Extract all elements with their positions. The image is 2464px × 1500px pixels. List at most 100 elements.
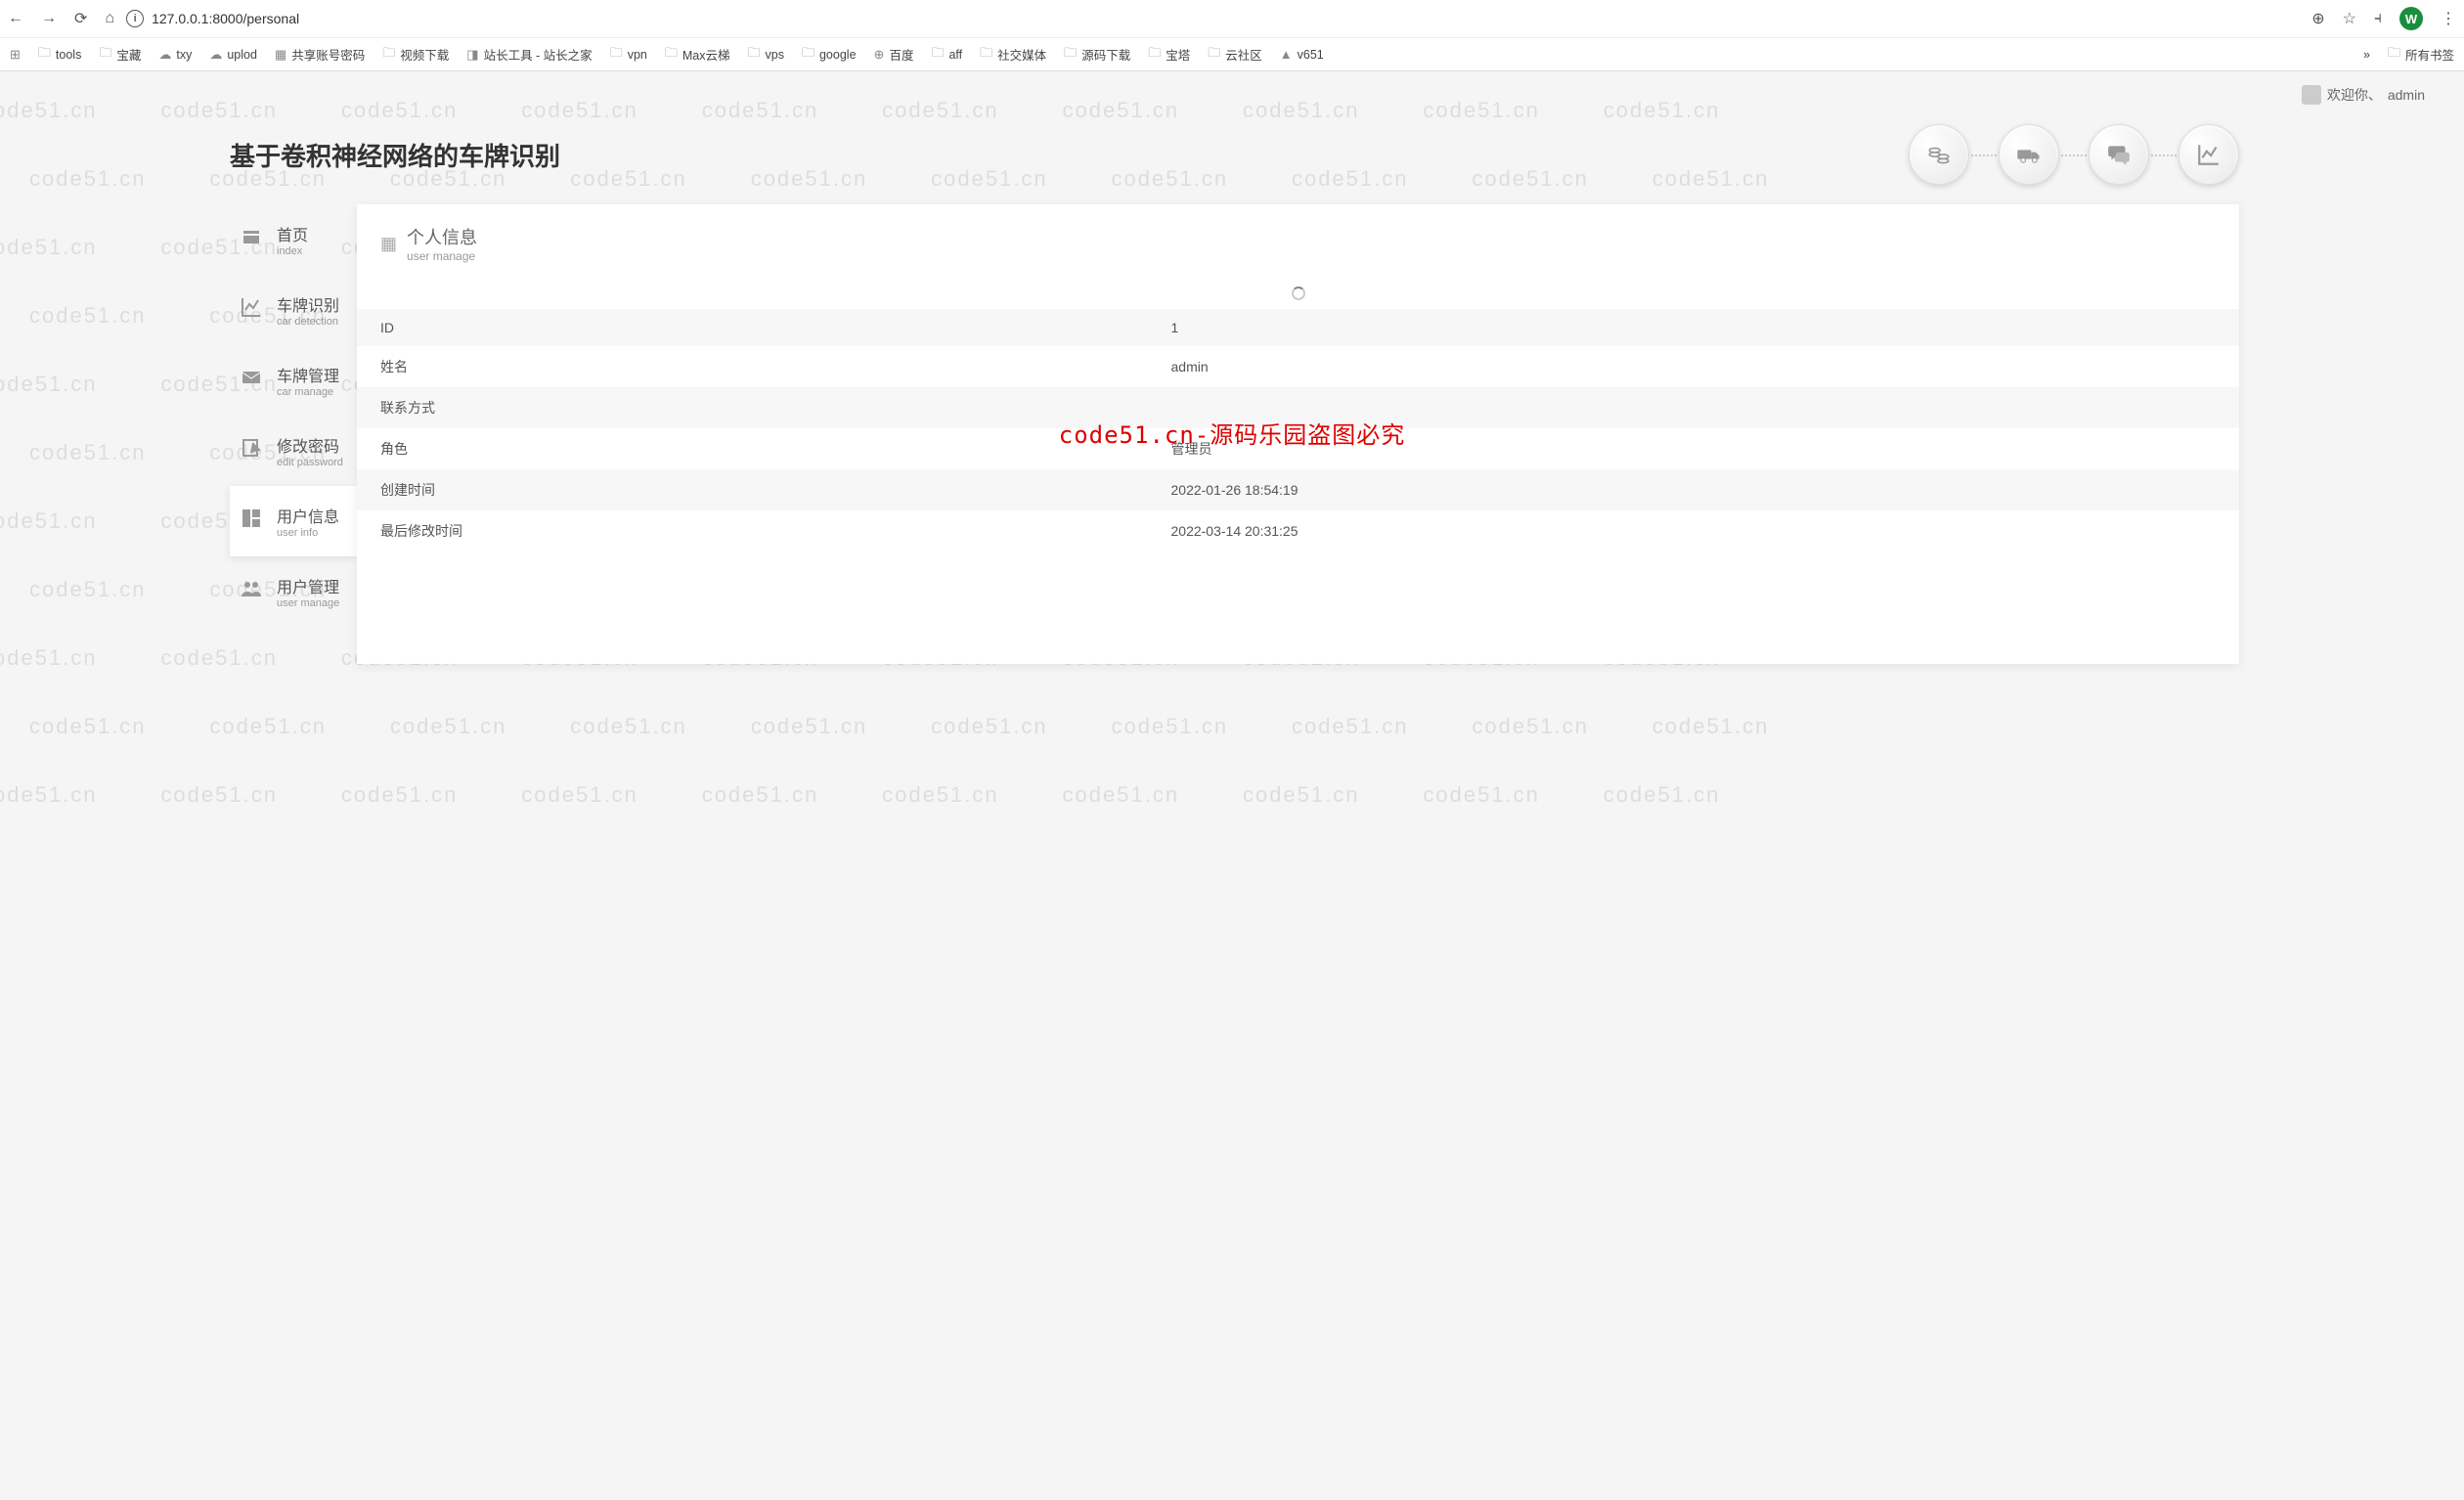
bookmark-item[interactable]: 🗀源码下载	[1064, 44, 1130, 66]
site-info-icon[interactable]: i	[126, 10, 144, 27]
bookmark-icon: ☁	[209, 47, 222, 63]
bookmark-item[interactable]: ⊕百度	[874, 45, 914, 64]
bookmark-item[interactable]: 🗀Max云梯	[665, 44, 730, 66]
table-row: 最后修改时间2022-03-14 20:31:25	[357, 510, 2239, 551]
sidebar-label-zh: 首页	[277, 222, 308, 245]
spinner-icon	[1292, 287, 1305, 300]
sidebar: 首页index 车牌识别car detection 车牌管理car manage 修改…	[230, 204, 357, 627]
bookmark-item[interactable]: 🗀宝塔	[1148, 44, 1190, 66]
wm: code51.cn code51.cn code51.cn code51.cn …	[0, 782, 1720, 808]
bookmark-icon: 🗀	[382, 44, 395, 66]
edit-icon	[238, 436, 265, 465]
sidebar-label-en: user info	[277, 527, 339, 539]
table-row: 创建时间2022-01-26 18:54:19	[357, 469, 2239, 510]
user-avatar-icon	[2302, 85, 2321, 105]
sidebar-label-en: user manage	[277, 597, 339, 609]
bookmark-label: 社交媒体	[997, 45, 1046, 64]
zoom-icon[interactable]: ⊕	[2311, 9, 2324, 28]
home-icon	[238, 225, 265, 254]
bookmark-item[interactable]: 🗀vps	[748, 44, 784, 66]
bookmark-icon: ▦	[275, 47, 286, 63]
bookmark-label: 宝塔	[1166, 45, 1190, 64]
bookmark-label: Max云梯	[682, 45, 730, 64]
bookmark-item[interactable]: ◨站长工具 - 站长之家	[466, 45, 592, 64]
all-bookmarks-button[interactable]: 🗀所有书签	[2388, 44, 2454, 66]
row-value: 管理员	[1148, 428, 2240, 469]
mail-icon	[238, 366, 265, 395]
sidebar-item-car-detection[interactable]: 车牌识别car detection	[230, 275, 357, 345]
sidebar-item-user-info[interactable]: 用户信息user info	[230, 486, 357, 556]
circle-chat-icon[interactable]	[2089, 124, 2149, 185]
bookmark-item[interactable]: ▲v651	[1280, 47, 1324, 62]
row-label: 姓名	[357, 346, 1148, 387]
bookmark-label: txy	[176, 48, 192, 62]
panel-grid-icon: ▦	[380, 234, 397, 254]
username-text[interactable]: admin	[2388, 87, 2425, 103]
row-label: ID	[357, 309, 1148, 346]
sidebar-item-text: 首页index	[277, 222, 308, 257]
sidebar-item-index[interactable]: 首页index	[230, 204, 357, 275]
bookmark-label: 源码下载	[1081, 45, 1130, 64]
bookmark-item[interactable]: 🗀vpn	[610, 44, 647, 66]
table-row: 角色管理员	[357, 428, 2239, 469]
sidebar-item-edit-password[interactable]: 修改密码edit password	[230, 416, 357, 486]
bookmark-icon: ☁	[158, 47, 171, 63]
user-welcome: 欢迎你、 admin	[0, 71, 2464, 105]
grid-icon	[238, 507, 265, 536]
bookmark-item[interactable]: 🗀aff	[931, 44, 962, 66]
bookmark-item[interactable]: ⊞	[10, 47, 21, 63]
sidebar-item-user-manage[interactable]: 用户管理user manage	[230, 556, 357, 627]
forward-button[interactable]: →	[41, 10, 57, 27]
sidebar-item-text: 修改密码edit password	[277, 433, 343, 468]
bookmark-item[interactable]: ☁ uplod	[209, 47, 257, 63]
star-icon[interactable]: ☆	[2343, 9, 2356, 28]
table-row: 姓名admin	[357, 346, 2239, 387]
bookmark-label: uplod	[227, 48, 257, 62]
circle-truck-icon[interactable]	[1999, 124, 2059, 185]
bookmarks-overflow[interactable]: »	[2363, 48, 2370, 62]
table-row: ID1	[357, 309, 2239, 346]
bookmark-icon: ▲	[1280, 47, 1293, 62]
user-info-table: ID1姓名admin联系方式角色管理员创建时间2022-01-26 18:54:…	[357, 309, 2239, 551]
circle-chart-icon[interactable]	[2178, 124, 2239, 185]
extensions-icon[interactable]: ⫞	[2374, 10, 2382, 27]
welcome-text: 欢迎你、	[2327, 85, 2382, 105]
sidebar-item-text: 车牌识别car detection	[277, 292, 339, 328]
menu-icon[interactable]: ⋮	[2441, 9, 2456, 28]
url-text: 127.0.0.1:8000/personal	[152, 11, 299, 26]
bookmarks-bar: ⊞ 🗀tools 🗀宝藏 ☁ txy ☁ uplod ▦ 共享账号密码 🗀 视频下载 ◨站长工具 - …	[0, 37, 2464, 70]
bookmark-icon: 🗀	[931, 44, 944, 66]
bookmark-label: google	[819, 48, 857, 62]
row-label: 联系方式	[357, 387, 1148, 428]
wm: code51.cn code51.cn code51.cn code51.cn …	[29, 714, 1769, 739]
bookmark-item[interactable]: 🗀云社区	[1208, 44, 1262, 66]
bookmark-label: 共享账号密码	[291, 45, 365, 64]
bookmark-icon: ⊕	[874, 47, 885, 63]
row-value	[1148, 387, 2240, 428]
home-button[interactable]: ⌂	[105, 10, 114, 27]
bookmark-label: 视频下载	[400, 45, 449, 64]
bookmark-item[interactable]: 🗀社交媒体	[980, 44, 1046, 66]
chart-icon	[238, 295, 265, 325]
sidebar-label-zh: 车牌管理	[277, 363, 339, 386]
bookmark-item[interactable]: 🗀 视频下载	[382, 44, 449, 66]
back-button[interactable]: ←	[8, 10, 23, 27]
profile-badge[interactable]: W	[2399, 7, 2423, 30]
bookmark-item[interactable]: 🗀tools	[38, 44, 81, 66]
page-content: 欢迎你、 admin 基于卷积神经网络的车牌识别 首页index车牌识别car …	[0, 71, 2464, 703]
sidebar-label-zh: 用户信息	[277, 504, 339, 527]
folder-icon: 🗀	[2388, 44, 2400, 66]
bookmark-icon: 🗀	[38, 44, 51, 66]
bookmark-item[interactable]: 🗀google	[802, 44, 857, 66]
circle-nav	[1909, 124, 2239, 185]
bookmark-item[interactable]: ▦ 共享账号密码	[275, 45, 365, 64]
sidebar-item-car-manage[interactable]: 车牌管理car manage	[230, 345, 357, 416]
bookmark-item[interactable]: 🗀宝藏	[99, 44, 141, 66]
bookmark-item[interactable]: ☁ txy	[158, 47, 192, 63]
sidebar-label-en: index	[277, 245, 308, 257]
toolbar-right: ⊕ ☆ ⫞ W ⋮	[2311, 7, 2456, 30]
reload-button[interactable]: ⟳	[74, 9, 87, 28]
circle-coins-icon[interactable]	[1909, 124, 1969, 185]
sidebar-label-zh: 车牌识别	[277, 292, 339, 316]
address-bar[interactable]: i 127.0.0.1:8000/personal	[126, 10, 299, 27]
